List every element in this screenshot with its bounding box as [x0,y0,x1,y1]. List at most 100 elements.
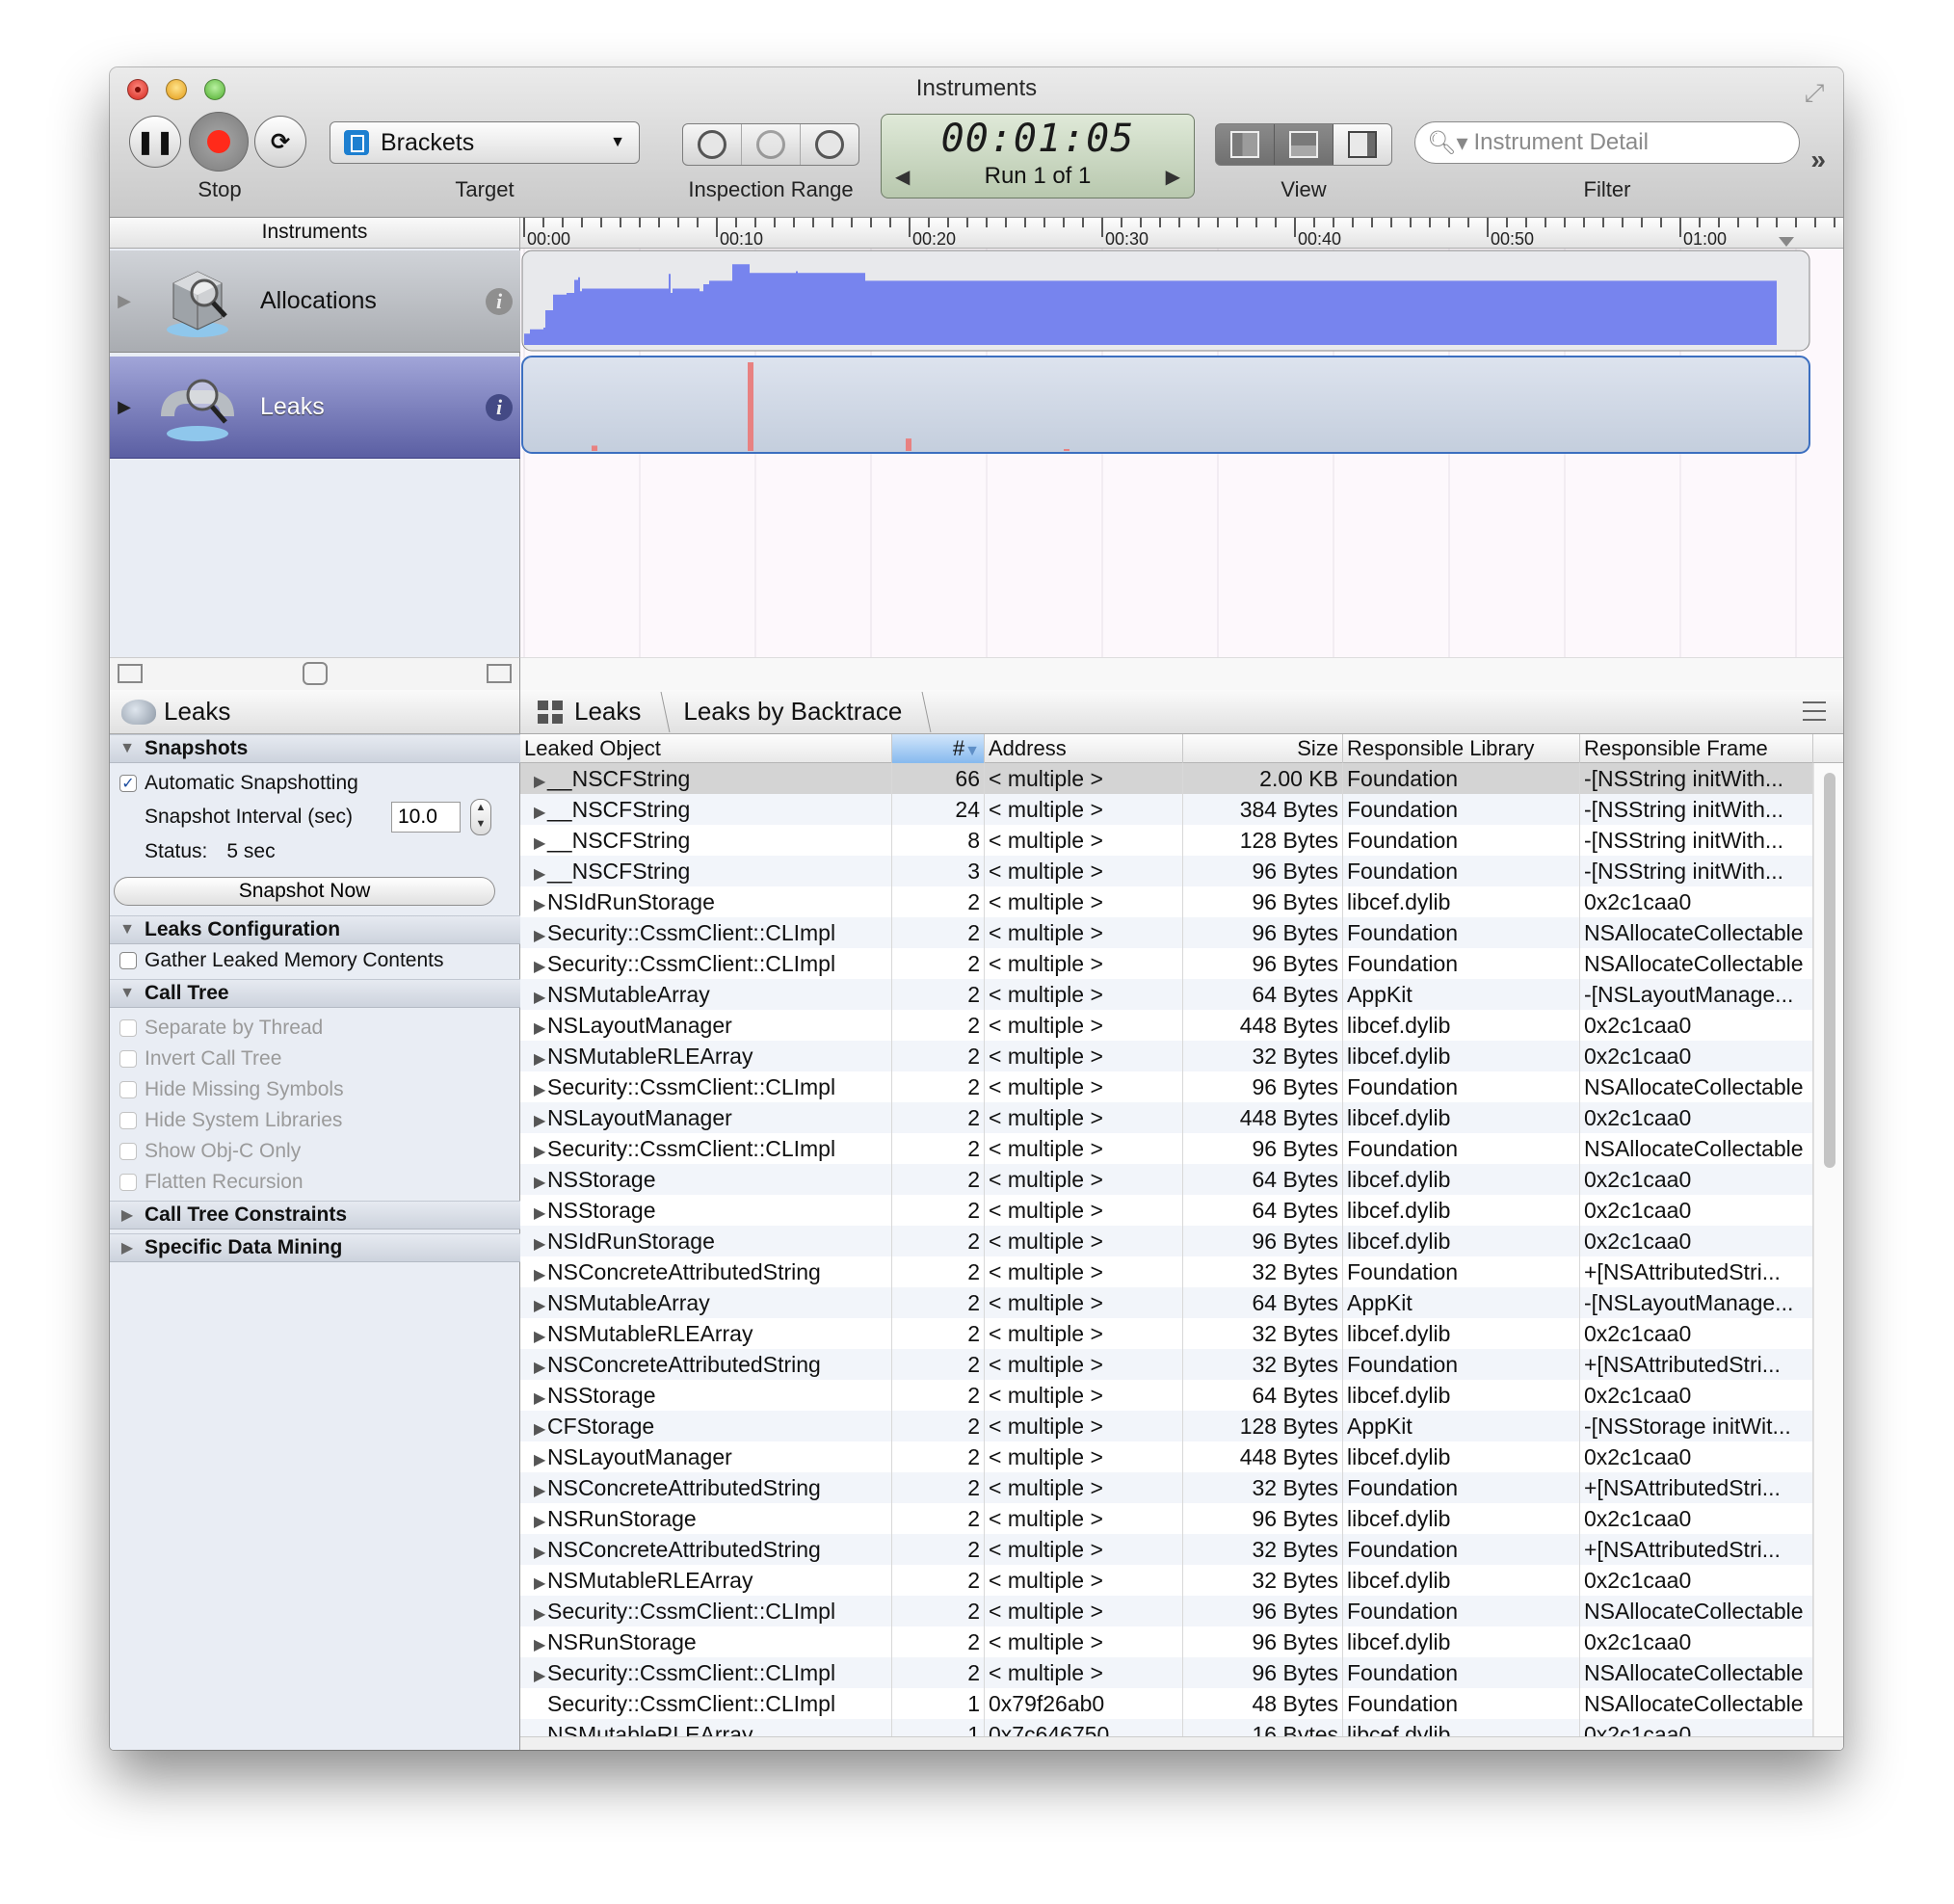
table-row[interactable]: ▶NSLayoutManager 2 < multiple >448 Bytes li… [520,1010,1813,1041]
table-row[interactable]: ▶NSConcreteAttributedString 2 < multiple >… [520,1256,1813,1287]
table-row[interactable]: ▶Security::CssmClient::CLImpl 2 < multiple… [520,917,1813,948]
table-row[interactable]: ▶NSLayoutManager 2 < multiple >448 Bytes li… [520,1102,1813,1133]
table-row[interactable]: ▶NSMutableRLEArray 2 < multiple >32 Bytes l… [520,1041,1813,1071]
section-snapshots[interactable]: ▼ Snapshots [110,734,520,763]
disclosure-triangle-icon[interactable]: ▶ [534,1106,547,1133]
table-row[interactable]: ▶__NSCFString 66 < multiple >2.00 KB Founda… [520,763,1813,794]
disclosure-triangle-icon[interactable]: ▶ [534,1137,547,1164]
menu-icon[interactable] [1803,701,1826,721]
record-stop-button[interactable] [189,112,249,172]
disclosure-triangle-icon[interactable]: ▶ [534,1661,547,1688]
disclosure-triangle-icon[interactable]: ▶ [534,1075,547,1102]
gather-memory-contents-checkbox[interactable]: Gather Leaked Memory Contents [119,946,444,975]
table-row[interactable]: ▶NSIdRunStorage 2 < multiple >96 Bytes libc… [520,886,1813,917]
table-row[interactable]: ▶NSMutableRLEArray 2 < multiple >32 Bytes l… [520,1318,1813,1349]
breadcrumb-leaks-by-backtrace[interactable]: Leaks by Backtrace [666,690,927,733]
disclosure-triangle-icon[interactable]: ▶ [534,1260,547,1287]
disclosure-triangle-icon[interactable]: ▶ [534,1291,547,1318]
column-header-count[interactable]: #▼ [892,734,985,763]
bar-chart-icon[interactable] [118,664,143,683]
table-row[interactable]: ▶NSMutableArray 2 < multiple >64 Bytes AppK… [520,1287,1813,1318]
clear-range-button[interactable] [742,124,801,165]
disclosure-triangle-icon[interactable]: ▶ [534,952,547,979]
disclosure-triangle-icon[interactable]: ▶ [534,1014,547,1041]
disclosure-triangle-icon[interactable]: ▶ [534,829,547,856]
table-row[interactable]: Security::CssmClient::CLImpl 1 0x79f26ab0 4… [520,1688,1813,1719]
table-row[interactable]: ▶__NSCFString 8 < multiple >128 Bytes Found… [520,825,1813,856]
disclosure-triangle-icon[interactable]: ▶ [534,1476,547,1503]
hide-system-libraries-checkbox[interactable]: Hide System Libraries [119,1106,342,1135]
disclosure-triangle-icon[interactable]: ▶ [534,767,547,794]
table-row[interactable]: ▶Security::CssmClient::CLImpl 2 < multiple… [520,1071,1813,1102]
view-toggle-instruments[interactable] [1216,124,1275,165]
section-call-tree[interactable]: ▼ Call Tree [110,979,520,1008]
disclosure-triangle-icon[interactable]: ▶ [534,890,547,917]
disclosure-triangle-icon[interactable]: ▶ [534,1415,547,1441]
snapshot-interval-input[interactable] [391,802,461,833]
vertical-scrollbar[interactable] [1813,763,1843,1736]
snapshot-now-button[interactable]: Snapshot Now [114,877,495,906]
disclosure-triangle-icon[interactable]: ▶ [534,983,547,1010]
disclosure-triangle-icon[interactable]: ▶ [534,1322,547,1349]
fullscreen-icon[interactable]: ⤢ [1799,77,1830,108]
table-row[interactable]: ▶NSStorage 2 < multiple >64 Bytes libcef.dy… [520,1195,1813,1226]
instrument-row-leaks[interactable]: ▶ Leaks i [110,357,520,459]
disclosure-triangle-icon[interactable]: ▶ [534,1445,547,1472]
disclosure-triangle-icon[interactable]: ▶ [534,921,547,948]
disclosure-triangle-icon[interactable]: ▶ [534,798,547,825]
flatten-recursion-checkbox[interactable]: Flatten Recursion [119,1168,304,1197]
track-area[interactable] [520,249,1843,657]
table-row[interactable]: ▶Security::CssmClient::CLImpl 2 < multiple… [520,1596,1813,1626]
section-call-tree-constraints[interactable]: ▶ Call Tree Constraints [110,1201,520,1230]
disclosure-triangle-icon[interactable]: ▶ [534,1507,547,1534]
disclosure-triangle-icon[interactable]: ▶ [534,1199,547,1226]
section-specific-data-mining[interactable]: ▶ Specific Data Mining [110,1233,520,1262]
scrollbar-thumb[interactable] [1824,773,1835,1168]
table-row[interactable]: ▶Security::CssmClient::CLImpl 2 < multiple… [520,1133,1813,1164]
separate-by-thread-checkbox[interactable]: Separate by Thread [119,1014,323,1043]
show-objc-only-checkbox[interactable]: Show Obj-C Only [119,1137,301,1166]
disclosure-triangle-icon[interactable]: ▶ [534,1600,547,1626]
table-row[interactable]: ▶Security::CssmClient::CLImpl 2 < multiple… [520,948,1813,979]
table-row[interactable]: ▶CFStorage 2 < multiple >128 Bytes AppKit -[… [520,1411,1813,1441]
breadcrumb-leaks[interactable]: Leaks [520,690,666,733]
automatic-snapshotting-checkbox[interactable]: ✓ Automatic Snapshotting [119,769,358,798]
table-row[interactable]: ▶NSMutableRLEArray 2 < multiple >32 Bytes l… [520,1565,1813,1596]
disclosure-triangle-icon[interactable]: ▶ [534,1168,547,1195]
interval-stepper[interactable]: ▲ ▼ [470,799,491,835]
table-row[interactable]: ▶NSLayoutManager 2 < multiple >448 Bytes li… [520,1441,1813,1472]
table-row[interactable]: ▶NSMutableArray 2 < multiple >64 Bytes AppK… [520,979,1813,1010]
toolbar-overflow-icon[interactable]: » [1810,145,1826,175]
table-row[interactable]: ▶__NSCFString 3 < multiple >96 Bytes Founda… [520,856,1813,886]
disclosure-triangle-icon[interactable]: ▶ [534,1230,547,1256]
hide-missing-symbols-checkbox[interactable]: Hide Missing Symbols [119,1075,344,1104]
set-range-start-button[interactable] [683,124,742,165]
info-icon[interactable]: i [486,287,513,315]
restart-button[interactable]: ⟳ [254,116,306,168]
set-range-end-button[interactable] [801,124,858,165]
disclosure-triangle-icon[interactable]: ▶ [534,1353,547,1380]
column-header-size[interactable]: Size [1183,734,1343,763]
disclosure-triangle-icon[interactable]: ▶ [534,1384,547,1411]
table-row[interactable]: NSMutableRLEArray 1 0x7c646750 16 Bytes libc… [520,1719,1813,1736]
disclosure-triangle-icon[interactable]: ▶ [534,1569,547,1596]
target-popup[interactable]: Brackets ▼ [330,121,640,164]
timeline-ruler[interactable]: 00:00 00:10 00:20 00:30 00:40 00:50 01:00 [520,218,1843,249]
filter-field[interactable]: 🔍︎▾ [1414,121,1800,164]
table-row[interactable]: ▶NSRunStorage 2 < multiple >96 Bytes libcef… [520,1626,1813,1657]
table-row[interactable]: ▶Security::CssmClient::CLImpl 2 < multiple… [520,1657,1813,1688]
info-icon[interactable]: i [486,393,513,421]
track-scale-slider[interactable] [303,662,328,685]
disclosure-triangle-icon[interactable]: ▶ [110,291,139,311]
column-header-responsible-frame[interactable]: Responsible Frame [1580,734,1813,763]
disclosure-triangle-icon[interactable]: ▶ [110,397,139,417]
view-toggle-extended[interactable] [1333,124,1391,165]
table-row[interactable]: ▶__NSCFString 24 < multiple >384 Bytes Foun… [520,794,1813,825]
table-row[interactable]: ▶NSConcreteAttributedString 2 < multiple >… [520,1534,1813,1565]
disclosure-triangle-icon[interactable]: ▶ [534,859,547,886]
table-row[interactable]: ▶NSIdRunStorage 2 < multiple >96 Bytes libc… [520,1226,1813,1256]
disclosure-triangle-icon[interactable]: ▶ [534,1630,547,1657]
filter-input[interactable] [1473,129,1792,156]
table-row[interactable]: ▶NSRunStorage 2 < multiple >96 Bytes libcef… [520,1503,1813,1534]
pause-button[interactable]: ❚❚ [129,116,181,168]
